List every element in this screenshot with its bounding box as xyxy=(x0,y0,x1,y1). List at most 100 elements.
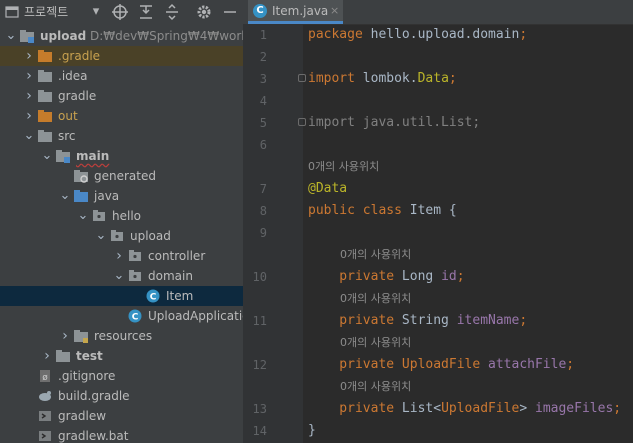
code-token: lombok. xyxy=(362,71,418,86)
tree-item-label: hello xyxy=(112,209,141,223)
chevron-down-icon[interactable]: ⌄ xyxy=(40,146,54,166)
tree-item-domain[interactable]: ⌄ domain xyxy=(0,266,243,286)
code-line[interactable]: 13 private List<UploadFile> imageFiles; xyxy=(243,398,633,420)
tab-label: Item.java xyxy=(272,4,329,18)
close-icon[interactable]: × xyxy=(330,0,339,22)
code-line[interactable]: 12 private UploadFile attachFile; xyxy=(243,354,633,376)
tree-item-label: gradlew xyxy=(58,409,107,423)
code-line[interactable]: 2 xyxy=(243,46,633,68)
tree-item-hello[interactable]: ⌄ hello xyxy=(0,206,243,226)
code-line[interactable]: 8 public class Item { xyxy=(243,200,633,222)
line-number: 2 xyxy=(259,50,267,64)
code-line[interactable]: 6 xyxy=(243,134,633,156)
tree-item-main[interactable]: ⌄ main xyxy=(0,146,243,166)
tab-item-java[interactable]: C Item.java × xyxy=(248,0,343,24)
fold-marker-icon[interactable] xyxy=(298,118,306,126)
tree-item-controller[interactable]: › controller xyxy=(0,246,243,266)
chevron-right-icon[interactable]: › xyxy=(22,86,36,106)
package-icon xyxy=(110,229,126,243)
code-line[interactable]: 3 import lombok.Data; xyxy=(243,68,633,90)
code-text: private List<UploadFile> imageFiles; xyxy=(308,398,621,420)
gradle-icon xyxy=(38,389,54,403)
code-line[interactable]: 7 @Data xyxy=(243,178,633,200)
chevron-down-icon[interactable]: ▾ xyxy=(86,2,106,22)
tree-item-item[interactable]: C Item xyxy=(0,286,243,306)
line-number: 4 xyxy=(259,94,267,108)
tree-item-gradle[interactable]: › gradle xyxy=(0,86,243,106)
package-icon xyxy=(128,269,144,283)
chevron-down-icon[interactable]: ⌄ xyxy=(58,186,72,206)
tree-item-upload[interactable]: ⌄ upload xyxy=(0,226,243,246)
code-token: id xyxy=(441,269,457,284)
usage-hint[interactable]: 0개의 사용위치 xyxy=(340,332,411,354)
tree-item-generated[interactable]: generated xyxy=(0,166,243,186)
target-icon[interactable] xyxy=(110,2,130,22)
project-view-title[interactable]: 프로젝트 xyxy=(24,2,68,22)
fold-marker-icon[interactable] xyxy=(298,74,306,82)
tree-item-label: src xyxy=(58,129,76,143)
package-icon xyxy=(92,209,108,223)
tree-item-upload[interactable]: ⌄ uploadD:₩dev₩Spring₩4₩workspac xyxy=(0,26,243,46)
code-line[interactable]: 10 private Long id; xyxy=(243,266,633,288)
tree-item-java[interactable]: ⌄ java xyxy=(0,186,243,206)
chevron-right-icon[interactable]: › xyxy=(22,106,36,126)
collapse-all-icon[interactable] xyxy=(136,2,156,22)
tree-item-label: .gradle xyxy=(58,49,101,63)
chevron-right-icon[interactable]: › xyxy=(40,346,54,366)
code-line[interactable]: 5 import java.util.List; xyxy=(243,112,633,134)
tree-item-label: gradlew.bat xyxy=(58,429,129,443)
code-token: Long xyxy=(401,269,442,284)
tree-item-build-gradle[interactable]: build.gradle xyxy=(0,386,243,406)
tree-item-idea[interactable]: › .idea xyxy=(0,66,243,86)
class-icon: C xyxy=(128,309,144,323)
minimize-icon[interactable] xyxy=(220,2,240,22)
chevron-down-icon[interactable]: ⌄ xyxy=(22,126,36,146)
code-line[interactable]: 1 package hello.upload.domain; xyxy=(243,24,633,46)
code-token: List< xyxy=(401,401,442,416)
code-token: > xyxy=(519,401,535,416)
usage-hint[interactable]: 0개의 사용위치 xyxy=(340,244,411,266)
gear-icon[interactable] xyxy=(194,2,214,22)
usage-hint[interactable]: 0개의 사용위치 xyxy=(308,156,379,178)
code-token: ; xyxy=(456,269,465,284)
line-number: 12 xyxy=(252,358,267,372)
tree-item-gradlew[interactable]: gradlew xyxy=(0,406,243,426)
line-number: 11 xyxy=(252,314,267,328)
code-line[interactable]: 11 private String itemName; xyxy=(243,310,633,332)
tree-item-test[interactable]: › test xyxy=(0,346,243,366)
code-line[interactable]: 14} xyxy=(243,420,633,442)
chevron-right-icon[interactable]: › xyxy=(112,246,126,266)
tree-item-resources[interactable]: › resources xyxy=(0,326,243,346)
tree-item-label: upload xyxy=(40,29,87,43)
tree-item-label: upload xyxy=(130,229,171,243)
project-header: 프로젝트 ▾ xyxy=(0,0,243,24)
code-line[interactable]: 9 xyxy=(243,222,633,244)
folder-icon xyxy=(38,69,54,83)
chevron-right-icon[interactable]: › xyxy=(22,66,36,86)
code-token: hello.upload.domain xyxy=(370,27,520,42)
tree-item-src[interactable]: ⌄ src xyxy=(0,126,243,146)
tree-item-gitignore[interactable]: ø .gitignore xyxy=(0,366,243,386)
code-line[interactable]: 4 xyxy=(243,90,633,112)
tree-item-label: out xyxy=(58,109,78,123)
chevron-down-icon[interactable]: ⌄ xyxy=(4,26,18,46)
usage-hint[interactable]: 0개의 사용위치 xyxy=(340,376,411,398)
tree-item-label: controller xyxy=(148,249,206,263)
tree-item-label: UploadApplication xyxy=(148,309,243,323)
chevron-down-icon[interactable]: ⌄ xyxy=(94,226,108,246)
expand-all-icon[interactable] xyxy=(162,2,182,22)
ide-window: 프로젝트 ▾ ⌄ upload D:₩dev₩Spring₩4₩wor › .g… xyxy=(0,0,633,443)
chevron-down-icon[interactable]: ⌄ xyxy=(76,206,90,226)
tree-item-label: main xyxy=(76,149,110,163)
tree-item-gradlew-bat[interactable]: gradlew.bat xyxy=(0,426,243,443)
code-token: imageFiles xyxy=(535,401,614,416)
code-text: private String itemName; xyxy=(308,310,527,332)
chevron-right-icon[interactable]: › xyxy=(58,326,72,346)
code-token: itemName xyxy=(456,313,520,328)
usage-hint[interactable]: 0개의 사용위치 xyxy=(340,288,411,310)
tree-item-gradle[interactable]: › .gradle xyxy=(0,46,243,66)
tree-item-out[interactable]: › out xyxy=(0,106,243,126)
chevron-right-icon[interactable]: › xyxy=(22,46,36,66)
chevron-down-icon[interactable]: ⌄ xyxy=(112,266,126,286)
tree-item-uploadapplication[interactable]: C UploadApplication xyxy=(0,306,243,326)
